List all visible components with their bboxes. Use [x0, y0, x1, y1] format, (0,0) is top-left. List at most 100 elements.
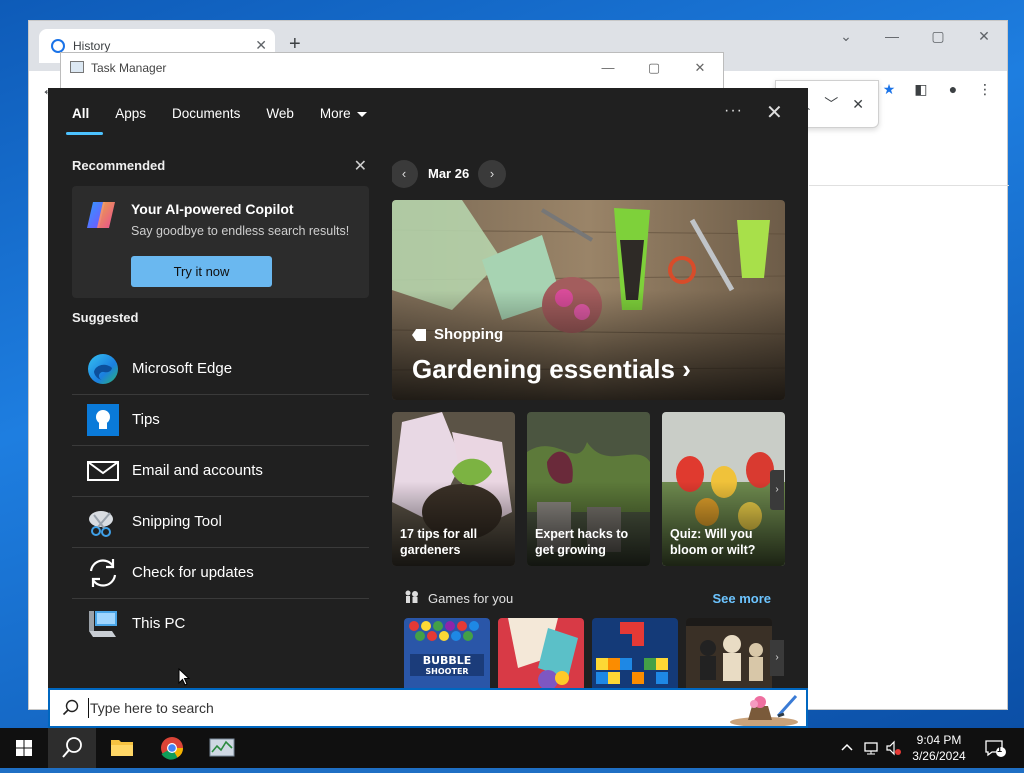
hero-title-label: Gardening essentials	[412, 354, 675, 384]
suggested-item-this-pc[interactable]: This PC	[72, 599, 369, 650]
suggested-item-email-and-accounts[interactable]: Email and accounts	[72, 446, 369, 497]
chess-pieces-icon	[405, 590, 418, 603]
window-controls: — ▢ ✕	[585, 53, 723, 83]
suggested-label: Check for updates	[132, 564, 254, 581]
block-puzzle-thumbnail	[592, 618, 678, 688]
search-box	[48, 688, 808, 728]
article-title: Expert hacks to get growing	[535, 527, 629, 557]
suggested-list: Microsoft Edge Tips Email and accounts S…	[72, 344, 369, 650]
search-input[interactable]	[88, 698, 688, 718]
game-tile-paint[interactable]	[498, 618, 584, 688]
right-column: ‹ Mar 26 › Shopping Gardening essentials…	[392, 158, 785, 688]
task-manager-icon	[209, 738, 235, 757]
notification-center-button[interactable]: 1	[984, 739, 1008, 757]
tab-more[interactable]: More	[320, 106, 367, 135]
suggested-item-check-for-updates[interactable]: Check for updates	[72, 548, 369, 599]
chess-thumbnail	[686, 618, 772, 688]
history-icon	[51, 39, 65, 53]
task-manager-window[interactable]: Task Manager — ▢ ✕	[60, 52, 724, 92]
computer-icon	[89, 611, 117, 637]
task-manager-icon	[70, 61, 84, 73]
minimize-button[interactable]: —	[869, 21, 915, 51]
sidepanel-icon[interactable]: ◧	[909, 77, 933, 101]
suggested-item-snipping-tool[interactable]: Snipping Tool	[72, 497, 369, 548]
copilot-icon	[87, 202, 115, 228]
article-card-2[interactable]: Expert hacks to get growing	[527, 412, 650, 566]
games-list: BUBBLE SHOOTER	[404, 618, 785, 688]
maximize-button[interactable]: ▢	[631, 53, 677, 83]
maximize-button[interactable]: ▢	[915, 21, 961, 51]
hero-card[interactable]: Shopping Gardening essentials ›	[392, 200, 785, 400]
find-next-button[interactable]: ﹀	[824, 94, 838, 114]
games-header: Games for you See more	[404, 588, 774, 608]
tab-all[interactable]: All	[65, 106, 104, 135]
taskbar: 9:04 PM 3/26/2024 1	[0, 728, 1024, 768]
bubble-shooter-thumbnail: BUBBLE SHOOTER	[404, 618, 490, 688]
volume-muted-icon[interactable]	[884, 739, 902, 757]
game-tile-chess[interactable]	[686, 618, 772, 688]
tab-documents[interactable]: Documents	[172, 106, 240, 135]
taskbar-file-explorer[interactable]	[98, 728, 146, 768]
article-card-3[interactable]: Quiz: Will you bloom or wilt?	[662, 412, 785, 566]
tab-search-button[interactable]: ⌄	[823, 21, 869, 51]
hero-title: Gardening essentials ›	[412, 354, 691, 385]
find-close-button[interactable]: ✕	[852, 96, 864, 113]
article-cards: 17 tips for all gardeners Expert hacks t…	[392, 412, 785, 566]
tab-web[interactable]: Web	[266, 106, 294, 135]
start-button[interactable]	[0, 728, 48, 768]
recommended-heading: Recommended	[72, 158, 166, 173]
suggested-label: This PC	[132, 615, 186, 632]
try-it-now-button[interactable]: Try it now	[131, 256, 272, 287]
cards-next-button[interactable]: ›	[770, 470, 784, 510]
suggested-item-microsoft-edge[interactable]: Microsoft Edge	[72, 344, 369, 395]
search-panel: All Apps Documents Web More ··· ✕ Recomm…	[48, 88, 808, 688]
game-tile-block-puzzle[interactable]	[592, 618, 678, 688]
divider	[809, 185, 1009, 186]
copilot-subtitle: Say goodbye to endless search results!	[131, 224, 350, 238]
dismiss-recommended-button[interactable]: ✕	[354, 156, 367, 176]
clock[interactable]: 9:04 PM 3/26/2024	[908, 732, 970, 764]
suggested-header: Suggested	[72, 310, 369, 330]
network-icon[interactable]	[862, 739, 880, 757]
more-options-button[interactable]: ···	[724, 102, 743, 120]
paint-game-thumbnail	[498, 618, 584, 688]
article-title: Quiz: Will you bloom or wilt?	[670, 527, 756, 557]
suggested-item-tips[interactable]: Tips	[72, 395, 369, 446]
tag-icon	[412, 329, 426, 342]
close-panel-button[interactable]: ✕	[766, 100, 783, 125]
date-label: Mar 26	[428, 166, 470, 181]
games-next-button[interactable]: ›	[770, 640, 784, 676]
date-row: ‹ Mar 26 ›	[392, 158, 785, 188]
chevron-right-icon: ›	[682, 354, 691, 384]
search-tabs: All Apps Documents Web More	[65, 106, 367, 135]
refresh-icon	[89, 559, 117, 587]
profile-icon[interactable]: ●	[941, 77, 965, 101]
taskbar-chrome[interactable]	[148, 728, 196, 768]
left-column: Recommended ✕ Your AI-powered Copilot Sa…	[72, 158, 369, 650]
mouse-cursor	[178, 668, 190, 686]
close-button[interactable]: ✕	[677, 53, 723, 83]
next-day-button[interactable]: ›	[478, 160, 506, 188]
see-more-link[interactable]: See more	[712, 591, 771, 606]
search-icon	[62, 737, 82, 758]
minimize-button[interactable]: —	[585, 53, 631, 83]
chrome-window-controls: ⌄ — ▢ ✕	[823, 21, 1007, 51]
taskbar-search-button[interactable]	[48, 728, 96, 768]
chevron-down-icon	[356, 111, 367, 117]
svg-text:BUBBLE: BUBBLE	[423, 654, 472, 667]
previous-day-button[interactable]: ‹	[392, 160, 418, 188]
suggested-label: Microsoft Edge	[132, 360, 233, 377]
article-card-1[interactable]: 17 tips for all gardeners	[392, 412, 515, 566]
suggested-label: Tips	[132, 411, 160, 428]
suggested-label: Email and accounts	[132, 462, 263, 479]
close-button[interactable]: ✕	[961, 21, 1007, 51]
taskbar-task-manager[interactable]	[198, 728, 246, 768]
search-icon	[62, 699, 79, 716]
tips-icon	[87, 404, 119, 436]
game-tile-bubble-shooter[interactable]: BUBBLE SHOOTER	[404, 618, 490, 688]
tab-apps[interactable]: Apps	[115, 106, 146, 135]
menu-icon[interactable]: ⋮	[973, 77, 997, 101]
star-icon[interactable]: ★	[877, 77, 901, 101]
article-title: 17 tips for all gardeners	[400, 527, 478, 557]
chevron-up-icon[interactable]	[838, 739, 856, 757]
